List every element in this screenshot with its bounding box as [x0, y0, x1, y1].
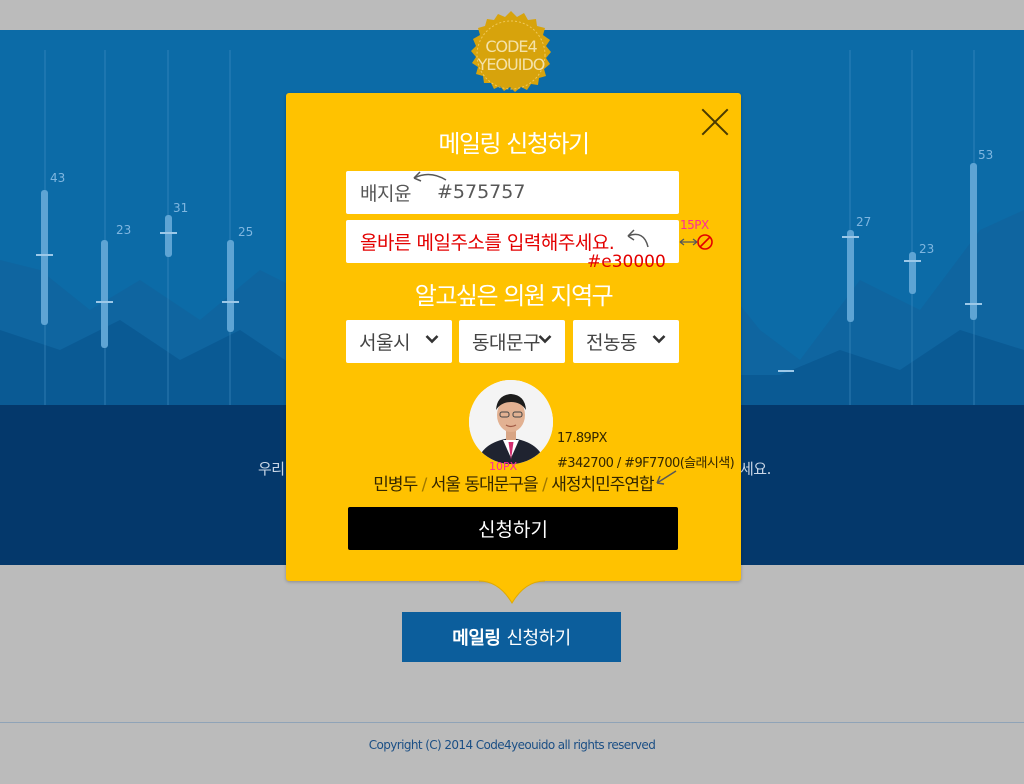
cta-rest-label: 신청하기	[506, 628, 571, 649]
name-field-value: 배지윤	[360, 183, 411, 205]
mailing-signup-button[interactable]: 메일링 신청하기	[402, 612, 621, 662]
rep-party: 새정치민주연합	[551, 475, 654, 495]
chart-label-5: 27	[856, 215, 871, 229]
rep-name: 민병두	[373, 475, 418, 495]
email-error-message: 올바른 메일주소를 입력해주세요.	[360, 232, 615, 254]
chevron-down-icon	[425, 335, 439, 344]
badge-line1: CODE4	[485, 37, 537, 56]
district-select-value: 동대문구	[472, 332, 540, 354]
neighborhood-select[interactable]: 전농동	[573, 320, 679, 363]
annotation-email-gap: 15PX	[680, 218, 709, 232]
annotation-email-color: #e30000	[587, 252, 666, 272]
submit-button[interactable]: 신청하기	[348, 507, 678, 550]
neighborhood-select-value: 전농동	[586, 332, 637, 354]
badge-line2: YEOUIDO	[477, 55, 546, 74]
chevron-down-icon	[538, 335, 552, 344]
modal-pointer-tail	[479, 580, 545, 604]
representative-info: 민병두 / 서울 동대문구을 / 새정치민주연합	[286, 470, 741, 495]
chart-label-1: 43	[50, 171, 65, 185]
rep-district: 서울 동대문구을	[430, 475, 539, 495]
chevron-down-icon	[652, 335, 666, 344]
copyright-text: Copyright (C) 2014 Code4yeouido all righ…	[368, 738, 656, 752]
chart-label-2: 23	[116, 223, 131, 237]
city-select[interactable]: 서울시	[346, 320, 452, 363]
portrait-image	[469, 380, 553, 464]
annotation-font-size: 17.89PX	[557, 431, 607, 446]
representative-avatar	[469, 380, 553, 464]
cta-bold-label: 메일링	[452, 628, 501, 649]
annotation-text-colors: #342700 / #9F7700(슬래시색)	[557, 456, 735, 471]
band-text-left: 우리	[258, 460, 285, 478]
modal-title: 메일링 신청하기	[438, 130, 590, 158]
chart-label-3: 31	[173, 201, 188, 215]
chart-label-7: 53	[978, 148, 993, 162]
city-select-value: 서울시	[359, 332, 410, 354]
footer-divider	[0, 722, 1024, 723]
badge-logo-text: CODE4 YEOUIDO	[462, 38, 560, 74]
annotation-avatar-gap: 10PX	[489, 460, 518, 473]
rep-separator: /	[542, 475, 548, 495]
chart-label-6: 23	[919, 242, 934, 256]
district-select[interactable]: 동대문구	[459, 320, 565, 363]
annotation-name-color: #575757	[437, 181, 526, 203]
rep-separator: /	[421, 475, 428, 495]
chart-label-4: 25	[238, 225, 253, 239]
band-text-right: 세요.	[740, 460, 771, 478]
region-title: 알고싶은 의원 지역구	[414, 282, 614, 310]
